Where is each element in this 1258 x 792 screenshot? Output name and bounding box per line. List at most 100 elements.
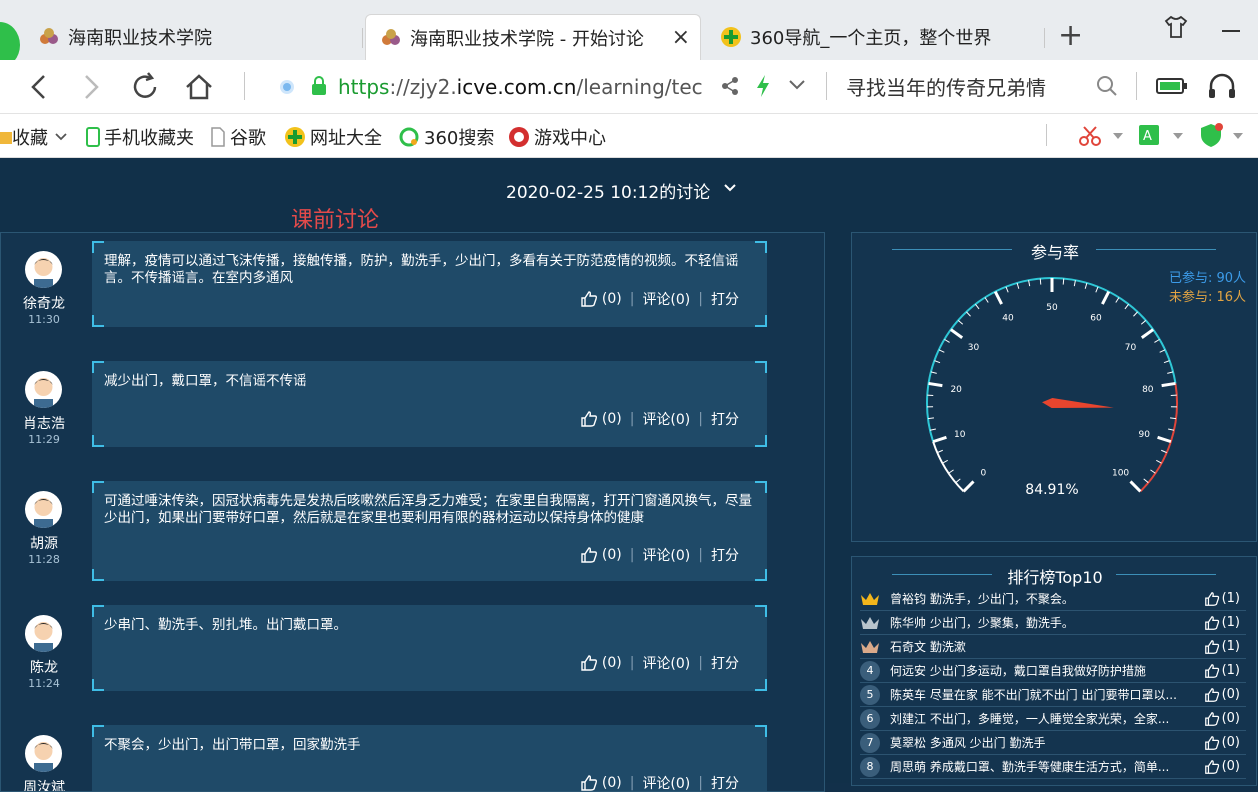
rank-like-count[interactable]: (0) xyxy=(1204,711,1240,727)
caret-down-icon[interactable] xyxy=(1172,132,1184,140)
tab-3[interactable]: 360导航_一个主页，整个世界 xyxy=(716,14,1046,60)
ranking-row[interactable]: 4何远安 少出门多运动，戴口罩自我做好防护措施(1) xyxy=(860,659,1246,683)
gauge-minor-tick xyxy=(1040,279,1041,285)
gauge-minor-tick xyxy=(1029,280,1030,286)
comment-link[interactable]: 评论(0) xyxy=(642,545,690,565)
gauge-tick-label: 90 xyxy=(1139,430,1151,440)
gauge-tick-label: 100 xyxy=(1112,469,1129,479)
rank-like-count[interactable]: (1) xyxy=(1204,639,1240,655)
ranking-row[interactable]: 陈华帅 少出门，少聚集，勤洗手。(1) xyxy=(860,611,1246,635)
chevron-down-icon[interactable] xyxy=(788,78,806,92)
wallet-shield-icon[interactable] xyxy=(1198,122,1224,148)
score-link[interactable]: 打分 xyxy=(711,289,739,309)
translate-icon[interactable]: A xyxy=(1138,124,1164,148)
reload-icon[interactable] xyxy=(128,70,162,104)
ranking-row[interactable]: 7莫翠松 多通风 少出门 勤洗手(0) xyxy=(860,731,1246,755)
ranking-row[interactable]: 6刘建江 不出门，多睡觉，一人睡觉全家光荣，全家...(0) xyxy=(860,707,1246,731)
search-360-icon xyxy=(398,126,420,148)
like-count[interactable]: (0) xyxy=(602,655,622,671)
like-count[interactable]: (0) xyxy=(602,775,622,791)
like-count[interactable]: (0) xyxy=(602,411,622,427)
post-card: 不聚会，少出门，出门带口罩，回家勤洗手 (0) | 评论(0) | 打分 xyxy=(92,725,767,792)
score-link[interactable]: 打分 xyxy=(711,409,739,429)
gauge-major-tick xyxy=(1102,292,1108,304)
address-bar[interactable]: https://zjy2.icve.com.cn/learning/tec xyxy=(338,66,704,108)
caret-down-icon[interactable] xyxy=(1112,132,1124,140)
search-input[interactable]: 寻找当年的传奇兄弟情 xyxy=(846,72,1046,101)
tab-divider xyxy=(1044,28,1045,48)
close-tab-icon[interactable]: × xyxy=(672,25,690,50)
ranking-row[interactable]: 8周思萌 养成戴口罩、勤洗手等健康生活方式，简单...(0) xyxy=(860,755,1246,779)
home-icon[interactable] xyxy=(182,70,216,104)
ranking-title: 排行榜Top10 xyxy=(852,564,1258,588)
ranking-row[interactable]: 石奇文 勤洗漱(1) xyxy=(860,635,1246,659)
bookmark-divider xyxy=(1046,124,1047,146)
post-actions: (0) | 评论(0) | 打分 xyxy=(580,289,739,309)
chevron-down-icon[interactable] xyxy=(722,180,738,196)
thumbs-up-icon[interactable] xyxy=(580,410,598,428)
comment-link[interactable]: 评论(0) xyxy=(642,653,690,673)
nav-divider xyxy=(1136,72,1137,100)
bookmark-mobile-favorites[interactable]: 手机收藏夹 xyxy=(86,124,194,150)
rank-like-count[interactable]: (1) xyxy=(1204,591,1240,607)
like-count[interactable]: (0) xyxy=(602,291,622,307)
bookmark-web-directory[interactable]: 网址大全 xyxy=(284,124,382,150)
discussion-date-selector[interactable]: 2020-02-25 10:12的讨论 xyxy=(506,178,710,203)
url-path: /learning/tec xyxy=(576,75,702,99)
thumbs-up-icon[interactable] xyxy=(580,290,598,308)
discussion-list[interactable]: 徐奇龙 11:30 理解，疫情可以通过飞沫传播，接触传播，防护，勤洗手，少出门，… xyxy=(0,232,825,792)
author-name: 胡源 xyxy=(1,533,87,553)
gauge-tick-label: 30 xyxy=(968,343,980,353)
thumbs-up-icon[interactable] xyxy=(580,546,598,564)
thumbs-up-icon[interactable] xyxy=(580,774,598,792)
share-icon[interactable] xyxy=(720,76,740,96)
ranking-row[interactable]: 5陈英车 尽量在家 能不出门就不出门 出门要带口罩以...(0) xyxy=(860,683,1246,707)
list-item: 陈龙 11:24 少串门、勤洗手、别扎堆。出门戴口罩。 (0) | 评论(0) … xyxy=(1,605,825,691)
navigation-logo-icon xyxy=(284,126,306,148)
battery-icon[interactable] xyxy=(1156,76,1188,96)
rank-entry-text: 周思萌 养成戴口罩、勤洗手等健康生活方式，简单... xyxy=(890,758,1180,775)
rank-like-count[interactable]: (1) xyxy=(1204,663,1240,679)
gauge-minor-tick xyxy=(1096,287,1098,293)
back-icon[interactable] xyxy=(22,70,56,104)
scissors-icon[interactable] xyxy=(1078,124,1102,148)
lightning-speed-icon[interactable] xyxy=(754,74,772,98)
card-corner xyxy=(755,241,767,253)
skin-shirt-icon[interactable] xyxy=(1163,14,1189,40)
gauge-minor-tick xyxy=(1116,297,1119,302)
new-tab-button[interactable]: + xyxy=(1058,18,1083,53)
comment-link[interactable]: 评论(0) xyxy=(642,289,690,309)
ranking-row[interactable]: 曾裕钧 勤洗手，少出门，不聚会。(1) xyxy=(860,587,1246,611)
forward-icon[interactable] xyxy=(74,70,108,104)
search-icon[interactable] xyxy=(1096,75,1118,97)
gauge-minor-tick xyxy=(1085,283,1087,289)
bookmark-360-search[interactable]: 360搜索 xyxy=(398,124,494,150)
thumbs-up-icon[interactable] xyxy=(580,654,598,672)
gauge-tick-label: 40 xyxy=(1002,314,1014,324)
rank-like-count[interactable]: (0) xyxy=(1204,687,1240,703)
bookmark-label: 谷歌 xyxy=(230,124,266,150)
rank-like-count[interactable]: (1) xyxy=(1204,615,1240,631)
gauge-tick-label: 80 xyxy=(1142,385,1154,395)
card-corner xyxy=(92,605,104,617)
rank-like-count[interactable]: (0) xyxy=(1204,735,1240,751)
rank-like-count[interactable]: (0) xyxy=(1204,759,1240,775)
bookmark-google[interactable]: 谷歌 xyxy=(210,124,266,150)
thumbs-up-icon xyxy=(1204,591,1220,607)
minimize-window-icon[interactable] xyxy=(1222,30,1240,32)
tab-1[interactable]: 海南职业技术学院 xyxy=(30,14,360,60)
site-info-icon[interactable] xyxy=(278,78,296,96)
bookmark-label: 360搜索 xyxy=(424,124,494,150)
headphones-icon[interactable] xyxy=(1206,72,1238,100)
tab-2-active[interactable]: 海南职业技术学院 - 开始讨论 × xyxy=(365,14,701,60)
caret-down-icon[interactable] xyxy=(1232,132,1244,140)
like-count[interactable]: (0) xyxy=(602,547,622,563)
comment-link[interactable]: 评论(0) xyxy=(642,409,690,429)
gauge-minor-tick xyxy=(1167,372,1173,373)
bookmark-favorites[interactable]: 收藏 xyxy=(0,124,68,150)
score-link[interactable]: 打分 xyxy=(711,653,739,673)
bookmark-game-center[interactable]: 游戏中心 xyxy=(508,124,606,150)
score-link[interactable]: 打分 xyxy=(711,545,739,565)
rank-number-badge: 7 xyxy=(860,733,880,753)
rank-entry-text: 刘建江 不出门，多睡觉，一人睡觉全家光荣，全家... xyxy=(890,710,1180,727)
